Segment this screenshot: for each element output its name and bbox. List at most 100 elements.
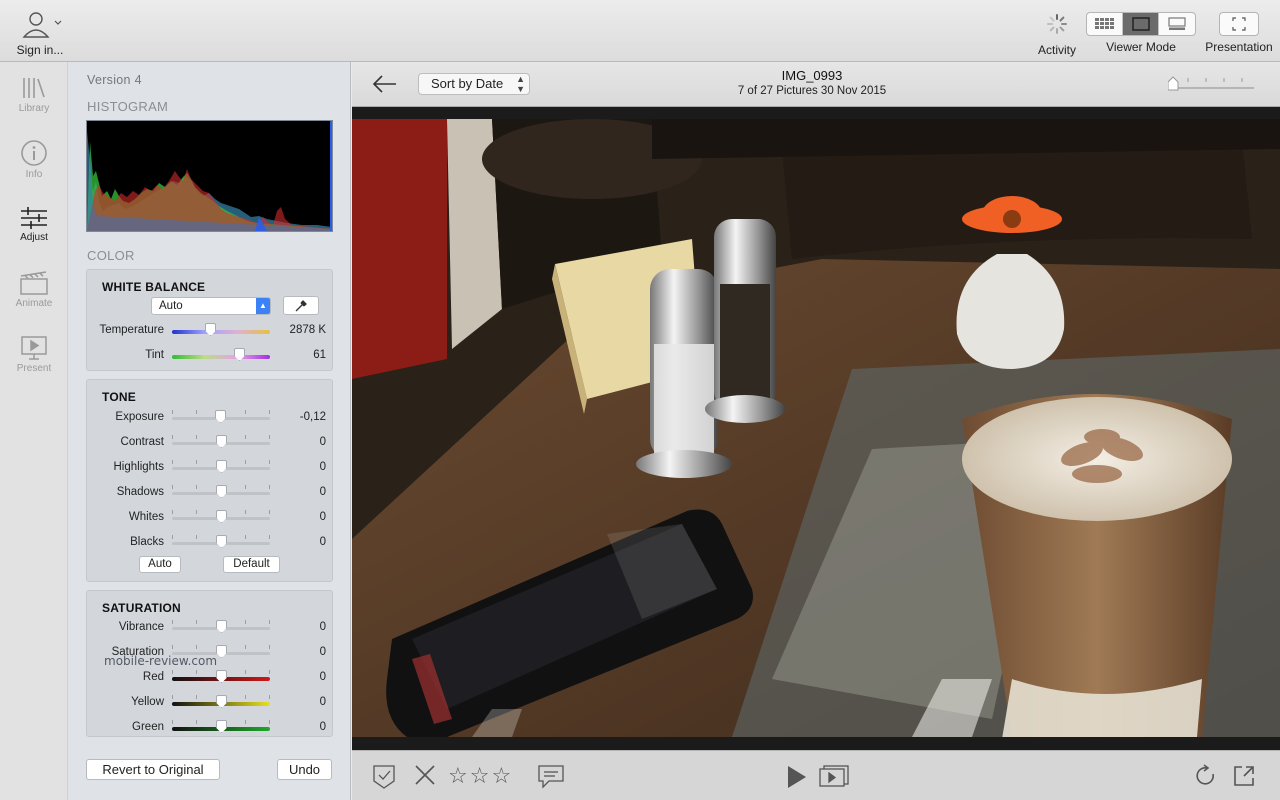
slider-knob-contrast[interactable] (216, 435, 227, 448)
slider-label: Whites (128, 511, 164, 523)
image-title-block: IMG_0993 7 of 27 Pictures 30 Nov 2015 (682, 68, 942, 97)
star-icon[interactable]: ☆ (448, 763, 468, 788)
single-image-icon (1131, 17, 1150, 31)
undo-button[interactable]: Undo (277, 759, 332, 780)
share-icon[interactable] (1232, 764, 1256, 788)
accept-badge-icon[interactable] (372, 764, 396, 790)
slider-label: Shadows (116, 486, 164, 498)
slider-row-blacks: Blacks 0 (87, 535, 334, 551)
slider-knob-saturation[interactable] (216, 645, 227, 658)
present-icon (21, 336, 47, 360)
grid-view-button[interactable] (1087, 13, 1123, 35)
slider-knob-shadows[interactable] (216, 485, 227, 498)
slider-label: Red (142, 671, 164, 683)
saturation-title: SATURATION (102, 601, 181, 615)
tone-title: TONE (102, 390, 136, 404)
slider-value: 0 (319, 536, 326, 548)
select-chevron-icon: ▲ (256, 298, 270, 314)
slider-label: Yellow (131, 696, 164, 708)
viewer-header: Sort by Date ▲ ▼ IMG_0993 7 of 27 Picture… (352, 62, 1280, 107)
reject-x-icon[interactable] (414, 764, 436, 786)
rail-label-adjust: Adjust (20, 232, 48, 243)
eyedropper-button[interactable] (283, 296, 319, 315)
comment-icon[interactable] (537, 764, 565, 790)
image-subtitle: 7 of 27 Pictures 30 Nov 2015 (737, 85, 887, 97)
rail-item-adjust[interactable]: Adjust (0, 192, 68, 257)
adjust-panel: Version 4 HISTOGRAM COLOR WHITE BALANCE … (68, 62, 351, 800)
activity-label: Activity (1037, 43, 1076, 57)
photo-image (352, 119, 1280, 737)
sort-select[interactable]: Sort by Date ▲ ▼ (418, 73, 530, 95)
slider-row-red: Red 0 (87, 670, 334, 686)
slider-value: 0 (319, 486, 326, 498)
filmstrip-icon (1168, 17, 1186, 30)
filmstrip-view-button[interactable] (1159, 13, 1195, 35)
slider-knob-highlights[interactable] (216, 460, 227, 473)
slider-knob-green[interactable] (216, 720, 227, 733)
tone-default-button[interactable]: Default (223, 556, 280, 573)
rail-item-animate[interactable]: Animate (0, 257, 68, 322)
tint-slider[interactable] (234, 348, 245, 361)
grid-icon (1094, 18, 1114, 29)
play-icon[interactable] (786, 764, 808, 790)
slider-label: Green (132, 721, 164, 733)
left-rail: Library Info Adjust Animate Present (0, 62, 68, 800)
activity-spinner-icon (1047, 14, 1067, 34)
rail-item-info[interactable]: Info (0, 127, 68, 192)
revert-to-original-button[interactable]: Revert to Original (86, 759, 220, 780)
version-label: Version 4 (87, 73, 142, 87)
animate-icon (20, 271, 48, 295)
temperature-track (172, 330, 270, 334)
slider-row-highlights: Highlights 0 (87, 460, 334, 476)
histogram-graph (87, 121, 332, 231)
slider-label: Vibrance (118, 621, 164, 633)
slider-knob-vibrance[interactable] (216, 620, 227, 633)
slider-value: 0 (319, 621, 326, 633)
rail-item-library[interactable]: Library (0, 62, 68, 127)
slider-row-green: Green 0 (87, 720, 334, 736)
slider-row-contrast: Contrast 0 (87, 435, 334, 451)
presentation-button[interactable]: Presentation (1202, 12, 1276, 54)
zoom-slider-graphic (1167, 76, 1254, 91)
histogram (86, 120, 333, 232)
slider-value: 0 (319, 721, 326, 733)
temperature-slider[interactable] (205, 323, 216, 336)
rotate-icon[interactable] (1194, 764, 1218, 788)
slider-knob-red[interactable] (216, 670, 227, 683)
updown-chevron-icon: ▲ ▼ (516, 74, 525, 94)
white-balance-select[interactable]: Auto ▲ (151, 297, 271, 315)
star-icon[interactable]: ☆ (470, 763, 490, 788)
white-balance-title: WHITE BALANCE (102, 280, 206, 294)
slider-knob-yellow[interactable] (216, 695, 227, 708)
star-icon[interactable]: ☆ (491, 763, 511, 788)
slider-row-yellow: Yellow 0 (87, 695, 334, 711)
slider-label: Contrast (120, 436, 164, 448)
slider-value: 0 (319, 436, 326, 448)
single-view-button[interactable] (1123, 13, 1159, 35)
eyedropper-icon (295, 299, 307, 311)
slideshow-icon[interactable] (818, 764, 850, 788)
star-rating[interactable]: ☆☆☆ (448, 763, 513, 789)
fullscreen-icon (1232, 17, 1246, 31)
slider-row-shadows: Shadows 0 (87, 485, 334, 501)
slider-value: 0 (319, 696, 326, 708)
sign-in-button[interactable]: Sign in... (10, 10, 70, 57)
activity-button[interactable]: Activity (1034, 12, 1080, 57)
tint-row: Tint 61 (87, 348, 334, 364)
rail-label-present: Present (16, 363, 52, 374)
slider-knob-whites[interactable] (216, 510, 227, 523)
rail-label-animate: Animate (15, 298, 53, 309)
watermark-text: mobile-review.com (104, 654, 218, 668)
photo-canvas[interactable] (352, 119, 1280, 737)
zoom-slider[interactable] (1167, 76, 1256, 91)
tone-auto-button[interactable]: Auto (139, 556, 181, 573)
slider-row-vibrance: Vibrance 0 (87, 620, 334, 636)
tint-value: 61 (313, 349, 326, 361)
slider-knob-blacks[interactable] (216, 535, 227, 548)
adjust-icon (21, 207, 47, 229)
image-name: IMG_0993 (781, 68, 843, 83)
back-arrow-icon[interactable] (372, 74, 398, 94)
slider-knob-exposure[interactable] (215, 410, 226, 423)
rail-item-present[interactable]: Present (0, 322, 68, 387)
slider-value: 0 (319, 671, 326, 683)
